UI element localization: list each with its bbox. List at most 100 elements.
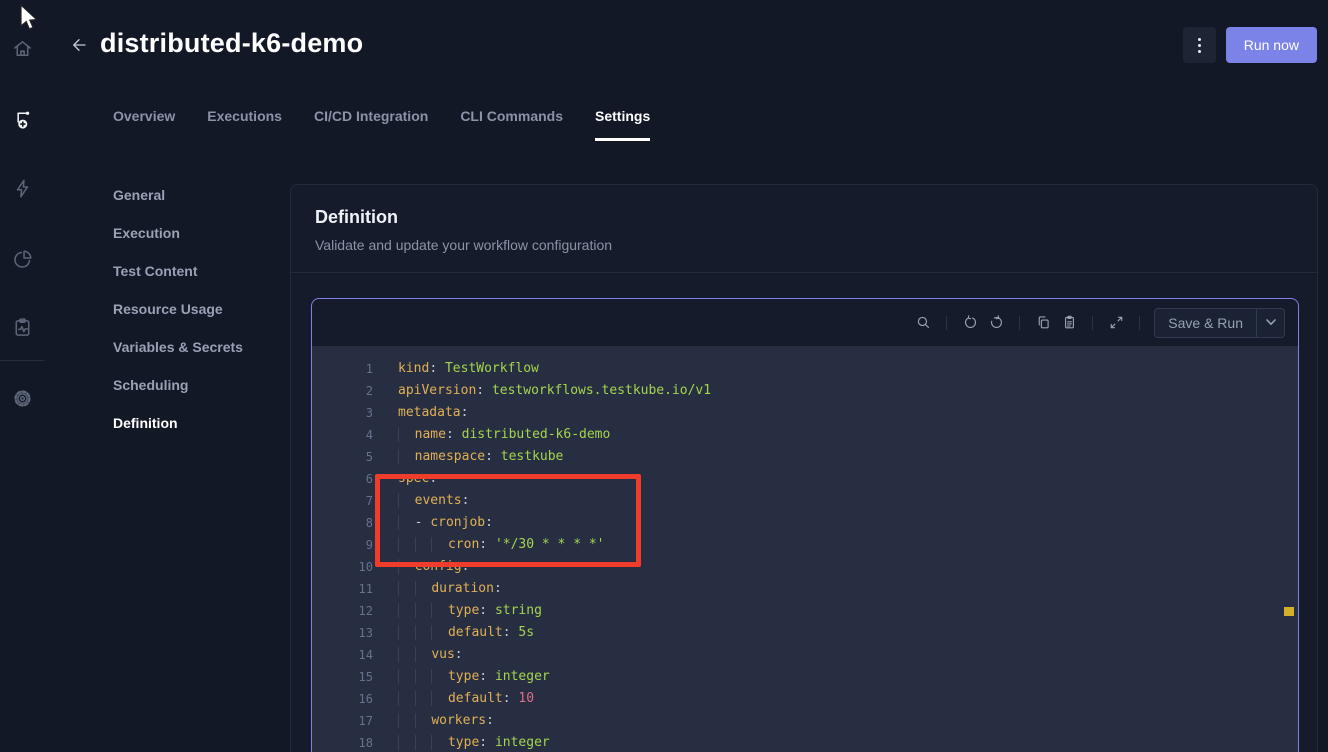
token-pun: : <box>455 647 463 662</box>
save-and-run-button[interactable]: Save & Run <box>1155 309 1256 337</box>
code-line[interactable]: 15 type: integer <box>312 666 1298 688</box>
topbar-actions: Run now <box>1183 27 1317 63</box>
tab-executions[interactable]: Executions <box>207 108 282 141</box>
code-text: events: <box>398 490 469 512</box>
code-line[interactable]: 10 config: <box>312 556 1298 578</box>
search-button[interactable] <box>910 310 936 336</box>
modified-marker <box>1284 607 1294 616</box>
indent-guide <box>415 625 432 640</box>
back-button[interactable] <box>66 32 92 58</box>
token-key: default <box>448 691 503 706</box>
code-text: name: distributed-k6-demo <box>398 424 610 446</box>
settings-nav-execution[interactable]: Execution <box>113 214 283 252</box>
yaml-editor[interactable]: Save & Run 1kind: TestWorkflow2apiVersio… <box>311 298 1299 752</box>
code-text: type: string <box>398 600 542 622</box>
redo-button[interactable] <box>983 310 1009 336</box>
line-number: 5 <box>312 446 373 468</box>
code-line[interactable]: 8 - cronjob: <box>312 512 1298 534</box>
settings-nav-resource-usage[interactable]: Resource Usage <box>113 290 283 328</box>
paste-button[interactable] <box>1056 310 1082 336</box>
more-options-button[interactable] <box>1183 27 1216 63</box>
fullscreen-button[interactable] <box>1103 310 1129 336</box>
sidebar-item-gear[interactable] <box>0 376 44 420</box>
line-number: 13 <box>312 622 373 644</box>
line-number: 18 <box>312 732 373 752</box>
settings-nav-test-content[interactable]: Test Content <box>113 252 283 290</box>
token-pun: : <box>462 493 470 508</box>
settings-nav-definition[interactable]: Definition <box>113 404 283 442</box>
settings-nav: GeneralExecutionTest ContentResource Usa… <box>113 176 283 442</box>
indent-guide <box>398 581 415 596</box>
save-and-run-caret-button[interactable] <box>1256 309 1284 337</box>
code-line[interactable]: 4 name: distributed-k6-demo <box>312 424 1298 446</box>
code-line[interactable]: 18 type: integer <box>312 732 1298 752</box>
home-icon <box>11 37 34 60</box>
indent-guide <box>415 713 432 728</box>
token-pun: : <box>479 669 495 684</box>
token-pun: : <box>485 449 501 464</box>
indent-guide <box>398 493 415 508</box>
kebab-dot <box>1198 50 1201 53</box>
tab-cli-commands[interactable]: CLI Commands <box>460 108 563 141</box>
indent-guide <box>398 713 415 728</box>
code-text: - cronjob: <box>398 512 493 534</box>
copy-button[interactable] <box>1030 310 1056 336</box>
line-number: 4 <box>312 424 373 446</box>
search-icon <box>915 314 932 331</box>
code-text: type: integer <box>398 666 550 688</box>
indent-guide <box>398 625 415 640</box>
run-now-button[interactable]: Run now <box>1226 27 1317 63</box>
code-line[interactable]: 16 default: 10 <box>312 688 1298 710</box>
indent-guide <box>415 735 432 750</box>
code-line[interactable]: 3metadata: <box>312 402 1298 424</box>
code-line[interactable]: 7 events: <box>312 490 1298 512</box>
sidebar-item-insights-pie[interactable] <box>0 237 44 281</box>
indent-guide <box>398 427 415 442</box>
line-number: 6 <box>312 468 373 490</box>
indent-guide <box>431 625 448 640</box>
code-line[interactable]: 17 workers: <box>312 710 1298 732</box>
editor-code-area[interactable]: 1kind: TestWorkflow2apiVersion: testwork… <box>312 346 1298 752</box>
line-number: 3 <box>312 402 373 424</box>
code-line[interactable]: 1kind: TestWorkflow <box>312 358 1298 380</box>
redo-icon <box>988 314 1005 331</box>
code-text: default: 10 <box>398 688 534 710</box>
code-line[interactable]: 12 type: string <box>312 600 1298 622</box>
token-str: string <box>495 603 542 618</box>
tab-settings[interactable]: Settings <box>595 108 650 141</box>
undo-button[interactable] <box>957 310 983 336</box>
settings-nav-scheduling[interactable]: Scheduling <box>113 366 283 404</box>
indent-guide <box>398 449 415 464</box>
sidebar-item-triggers-lightning[interactable] <box>0 166 44 210</box>
tab-ci-cd-integration[interactable]: CI/CD Integration <box>314 108 428 141</box>
indent-guide <box>415 581 432 596</box>
line-number: 15 <box>312 666 373 688</box>
code-text: kind: TestWorkflow <box>398 358 539 380</box>
indent-guide <box>431 735 448 750</box>
code-line[interactable]: 6spec: <box>312 468 1298 490</box>
sidebar-item-monitoring-clipboard[interactable] <box>0 305 44 349</box>
code-line[interactable]: 13 default: 5s <box>312 622 1298 644</box>
tab-overview[interactable]: Overview <box>113 108 175 141</box>
token-pun: - <box>415 515 431 530</box>
line-number: 11 <box>312 578 373 600</box>
token-pun: : <box>446 427 462 442</box>
sidebar-item-home[interactable] <box>0 26 44 70</box>
token-key: workers <box>431 713 486 728</box>
settings-nav-general[interactable]: General <box>113 176 283 214</box>
arrow-left-icon <box>70 36 88 54</box>
token-pun: : <box>476 383 492 398</box>
code-line[interactable]: 9 cron: '*/30 * * * *' <box>312 534 1298 556</box>
token-key: events <box>415 493 462 508</box>
code-line[interactable]: 14 vus: <box>312 644 1298 666</box>
code-line[interactable]: 11 duration: <box>312 578 1298 600</box>
insights-pie-icon <box>11 248 34 271</box>
token-key: type <box>448 735 479 750</box>
indent-guide <box>398 669 415 684</box>
code-text: config: <box>398 556 469 578</box>
code-line[interactable]: 5 namespace: testkube <box>312 446 1298 468</box>
code-line[interactable]: 2apiVersion: testworkflows.testkube.io/v… <box>312 380 1298 402</box>
toolbar-separator <box>1092 316 1093 330</box>
settings-nav-variables-secrets[interactable]: Variables & Secrets <box>113 328 283 366</box>
sidebar-item-test-workflows[interactable] <box>0 97 44 141</box>
